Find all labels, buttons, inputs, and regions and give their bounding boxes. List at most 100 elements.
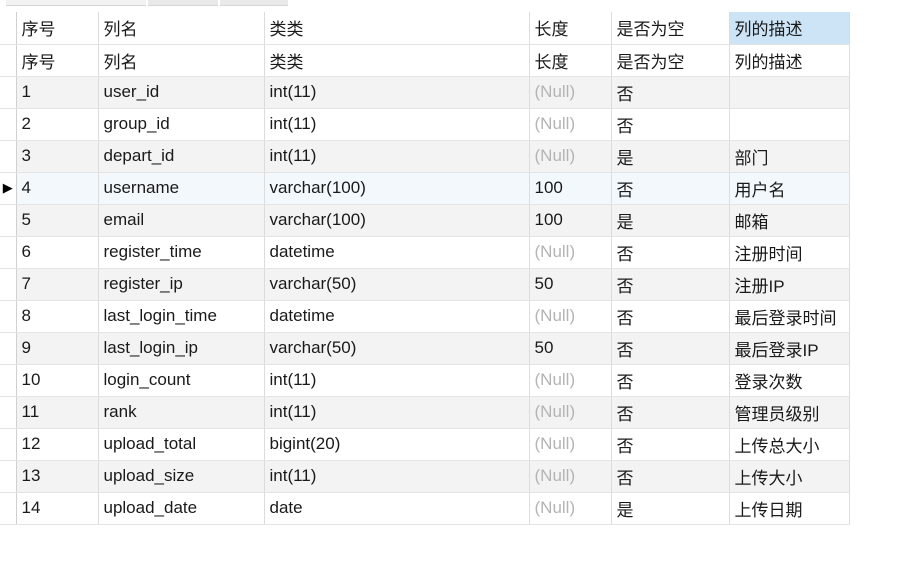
- cell-length[interactable]: (Null): [529, 140, 612, 173]
- table-row[interactable]: 5 email varchar(100) 100 是邮箱: [0, 204, 850, 237]
- cell-type[interactable]: 类类: [264, 44, 530, 77]
- cell-length[interactable]: (Null): [529, 236, 612, 269]
- tab-strip-segment[interactable]: [148, 0, 218, 6]
- cell-type[interactable]: int(11): [264, 460, 530, 493]
- table-row[interactable]: 11 rank int(11) (Null) 否管理员级别: [0, 396, 850, 429]
- cell-nullable[interactable]: 否: [611, 396, 730, 429]
- row-indicator[interactable]: [0, 428, 17, 461]
- cell-column-name[interactable]: register_time: [98, 236, 265, 269]
- row-indicator[interactable]: [0, 332, 17, 365]
- cell-nullable[interactable]: 是: [611, 204, 730, 237]
- row-indicator[interactable]: [0, 108, 17, 141]
- cell-nullable[interactable]: 否: [611, 364, 730, 397]
- row-indicator[interactable]: [0, 300, 17, 333]
- cell-length[interactable]: 100: [529, 172, 612, 205]
- header-cell[interactable]: 是否为空: [611, 12, 730, 45]
- cell-column-name[interactable]: 列名: [98, 44, 265, 77]
- cell-type[interactable]: date: [264, 492, 530, 525]
- table-row[interactable]: 14 upload_date date (Null) 是上传日期: [0, 492, 850, 525]
- table-row[interactable]: 9 last_login_ip varchar(50) 50 否最后登录IP: [0, 332, 850, 365]
- tab-strip-segment[interactable]: [220, 0, 288, 6]
- cell-type[interactable]: varchar(100): [264, 172, 530, 205]
- header-cell[interactable]: 类类: [264, 12, 530, 45]
- cell-description[interactable]: 最后登录IP: [729, 332, 850, 365]
- table-row[interactable]: 2 group_id int(11) (Null) 否: [0, 108, 850, 141]
- row-indicator[interactable]: [0, 12, 17, 45]
- cell-column-name[interactable]: upload_date: [98, 492, 265, 525]
- cell-nullable[interactable]: 否: [611, 460, 730, 493]
- cell-length[interactable]: (Null): [529, 396, 612, 429]
- cell-index[interactable]: 14: [16, 492, 99, 525]
- header-row[interactable]: 序号 列名 类类 长度 是否为空 列的描述: [0, 12, 850, 45]
- cell-description[interactable]: [729, 76, 850, 109]
- cell-index[interactable]: 5: [16, 204, 99, 237]
- row-indicator[interactable]: [0, 236, 17, 269]
- cell-nullable[interactable]: 否: [611, 76, 730, 109]
- table-row[interactable]: 序号 列名 类类 长度 是否为空 列的描述: [0, 44, 850, 77]
- cell-column-name[interactable]: email: [98, 204, 265, 237]
- cell-nullable[interactable]: 否: [611, 300, 730, 333]
- cell-nullable[interactable]: 是: [611, 492, 730, 525]
- row-indicator[interactable]: ▶: [0, 172, 17, 205]
- cell-length[interactable]: 50: [529, 332, 612, 365]
- cell-description[interactable]: [729, 108, 850, 141]
- cell-type[interactable]: bigint(20): [264, 428, 530, 461]
- cell-description[interactable]: 列的描述: [729, 44, 850, 77]
- cell-type[interactable]: int(11): [264, 396, 530, 429]
- cell-nullable[interactable]: 是: [611, 140, 730, 173]
- cell-index[interactable]: 12: [16, 428, 99, 461]
- cell-column-name[interactable]: user_id: [98, 76, 265, 109]
- cell-description[interactable]: 邮箱: [729, 204, 850, 237]
- cell-index[interactable]: 10: [16, 364, 99, 397]
- cell-index[interactable]: 4: [16, 172, 99, 205]
- cell-description[interactable]: 上传总大小: [729, 428, 850, 461]
- cell-index[interactable]: 3: [16, 140, 99, 173]
- cell-length[interactable]: (Null): [529, 300, 612, 333]
- table-row[interactable]: 7 register_ip varchar(50) 50 否注册IP: [0, 268, 850, 301]
- cell-length[interactable]: 50: [529, 268, 612, 301]
- table-row[interactable]: 3 depart_id int(11) (Null) 是部门: [0, 140, 850, 173]
- cell-index[interactable]: 9: [16, 332, 99, 365]
- header-cell[interactable]: 长度: [529, 12, 612, 45]
- cell-index[interactable]: 序号: [16, 44, 99, 77]
- header-cell[interactable]: 列名: [98, 12, 265, 45]
- row-indicator[interactable]: [0, 140, 17, 173]
- cell-column-name[interactable]: group_id: [98, 108, 265, 141]
- cell-length[interactable]: (Null): [529, 108, 612, 141]
- cell-nullable[interactable]: 否: [611, 268, 730, 301]
- cell-length[interactable]: (Null): [529, 460, 612, 493]
- cell-column-name[interactable]: rank: [98, 396, 265, 429]
- cell-column-name[interactable]: upload_total: [98, 428, 265, 461]
- cell-type[interactable]: int(11): [264, 76, 530, 109]
- cell-length[interactable]: 100: [529, 204, 612, 237]
- cell-column-name[interactable]: username: [98, 172, 265, 205]
- cell-type[interactable]: datetime: [264, 300, 530, 333]
- cell-index[interactable]: 1: [16, 76, 99, 109]
- cell-column-name[interactable]: register_ip: [98, 268, 265, 301]
- tab-strip-segment[interactable]: [6, 0, 146, 6]
- cell-length[interactable]: 长度: [529, 44, 612, 77]
- cell-description[interactable]: 登录次数: [729, 364, 850, 397]
- cell-index[interactable]: 2: [16, 108, 99, 141]
- cell-index[interactable]: 11: [16, 396, 99, 429]
- cell-nullable[interactable]: 否: [611, 108, 730, 141]
- table-row[interactable]: 6 register_time datetime (Null) 否注册时间: [0, 236, 850, 269]
- row-indicator[interactable]: [0, 268, 17, 301]
- table-row[interactable]: ▶ 4 username varchar(100) 100 否用户名: [0, 172, 850, 205]
- table-row[interactable]: 8 last_login_time datetime (Null) 否最后登录时间: [0, 300, 850, 333]
- row-indicator[interactable]: [0, 492, 17, 525]
- cell-type[interactable]: varchar(50): [264, 332, 530, 365]
- cell-description[interactable]: 注册IP: [729, 268, 850, 301]
- cell-index[interactable]: 6: [16, 236, 99, 269]
- cell-type[interactable]: varchar(100): [264, 204, 530, 237]
- cell-type[interactable]: int(11): [264, 140, 530, 173]
- cell-description[interactable]: 上传大小: [729, 460, 850, 493]
- cell-nullable[interactable]: 否: [611, 428, 730, 461]
- header-cell[interactable]: 序号: [16, 12, 99, 45]
- row-indicator[interactable]: [0, 76, 17, 109]
- table-row[interactable]: 13 upload_size int(11) (Null) 否上传大小: [0, 460, 850, 493]
- cell-nullable[interactable]: 否: [611, 236, 730, 269]
- cell-length[interactable]: (Null): [529, 492, 612, 525]
- table-row[interactable]: 1 user_id int(11) (Null) 否: [0, 76, 850, 109]
- cell-nullable[interactable]: 否: [611, 332, 730, 365]
